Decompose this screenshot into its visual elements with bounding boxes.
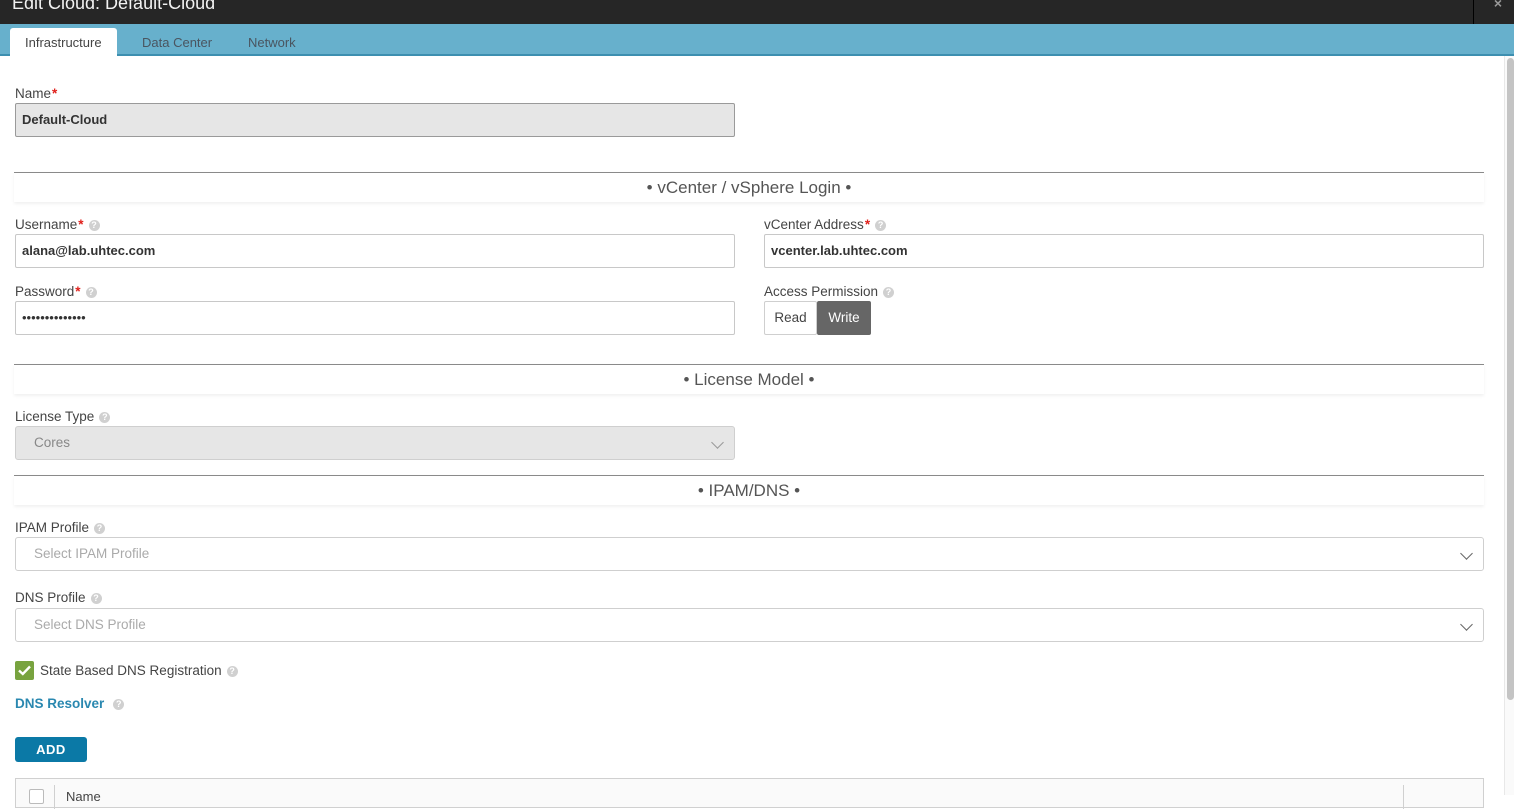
tab-data-center[interactable]: Data Center <box>127 28 227 56</box>
state-based-dns-checkbox[interactable] <box>15 661 34 680</box>
column-header-name[interactable]: Name <box>66 789 101 804</box>
access-permission-label-text: Access Permission <box>764 284 879 299</box>
ipam-profile-label: IPAM Profile? <box>15 520 106 535</box>
state-based-dns-label: State Based DNS Registration? <box>40 663 238 678</box>
username-input[interactable]: alana@lab.uhtec.com <box>15 234 735 268</box>
tab-network[interactable]: Network <box>233 28 311 56</box>
dns-resolver-heading: DNS Resolver? <box>15 696 125 711</box>
modal-header: Edit Cloud: Default-Cloud × <box>0 0 1514 24</box>
ipam-profile-label-text: IPAM Profile <box>15 520 90 535</box>
license-type-label-text: License Type <box>15 409 95 424</box>
access-permission-label: Access Permission? <box>764 284 895 299</box>
help-icon[interactable]: ? <box>113 699 125 710</box>
name-input[interactable]: Default-Cloud <box>15 103 735 137</box>
close-icon[interactable]: × <box>1490 0 1506 11</box>
dns-profile-placeholder: Select DNS Profile <box>34 617 146 632</box>
license-type-label: License Type? <box>15 409 111 424</box>
section-title-vcenter: • vCenter / vSphere Login • <box>646 178 852 197</box>
checkmark-icon <box>18 665 31 676</box>
dns-resolver-label: DNS Resolver <box>15 696 105 711</box>
section-title-ipam-dns: • IPAM/DNS • <box>697 481 801 500</box>
required-mark: * <box>78 217 84 232</box>
tab-bar: Infrastructure Data Center Network <box>0 24 1514 56</box>
username-label-text: Username <box>15 217 78 232</box>
dns-profile-label-text: DNS Profile <box>15 590 86 605</box>
dns-resolver-table: Name <box>15 778 1484 809</box>
vcenter-address-label: vCenter Address*? <box>764 217 887 232</box>
section-title-license: • License Model • <box>683 370 815 389</box>
chevron-down-icon <box>711 436 724 449</box>
column-divider <box>1403 785 1404 809</box>
password-label: Password*? <box>15 284 97 299</box>
help-icon[interactable]: ? <box>85 287 97 298</box>
name-label: Name* <box>15 86 57 101</box>
license-type-select[interactable]: Cores <box>15 426 735 460</box>
access-write-button[interactable]: Write <box>817 301 871 335</box>
username-label: Username*? <box>15 217 100 232</box>
required-mark: * <box>864 217 871 232</box>
section-ipam-dns: • IPAM/DNS • <box>14 475 1484 505</box>
required-mark: * <box>52 86 58 101</box>
dns-profile-label: DNS Profile? <box>15 590 102 605</box>
section-vcenter-login: • vCenter / vSphere Login • <box>14 172 1484 202</box>
name-label-text: Name <box>15 86 52 101</box>
section-license-model: • License Model • <box>14 364 1484 394</box>
ipam-profile-placeholder: Select IPAM Profile <box>34 546 150 561</box>
help-icon[interactable]: ? <box>88 220 100 231</box>
add-resolver-button[interactable]: ADD <box>15 737 87 762</box>
modal-title: Edit Cloud: Default-Cloud <box>12 0 216 13</box>
chevron-down-icon <box>1460 618 1473 631</box>
help-icon[interactable]: ? <box>875 220 887 231</box>
tab-infrastructure[interactable]: Infrastructure <box>10 28 117 56</box>
vcenter-address-input[interactable]: vcenter.lab.uhtec.com <box>764 234 1484 268</box>
help-icon[interactable]: ? <box>99 412 111 423</box>
column-divider <box>54 785 55 809</box>
scrollbar-thumb[interactable] <box>1507 58 1514 700</box>
vcenter-address-label-text: vCenter Address <box>764 217 864 232</box>
header-divider <box>1473 0 1474 24</box>
select-all-checkbox[interactable] <box>29 789 44 804</box>
required-mark: * <box>75 284 81 299</box>
password-input[interactable]: •••••••••••••• <box>15 301 735 335</box>
help-icon[interactable]: ? <box>94 523 106 534</box>
state-based-dns-label-text: State Based DNS Registration <box>40 663 222 678</box>
ipam-profile-select[interactable]: Select IPAM Profile <box>15 537 1484 571</box>
help-icon[interactable]: ? <box>90 593 102 604</box>
help-icon[interactable]: ? <box>883 287 895 298</box>
dns-profile-select[interactable]: Select DNS Profile <box>15 608 1484 642</box>
access-read-button[interactable]: Read <box>764 301 817 335</box>
password-label-text: Password <box>15 284 75 299</box>
chevron-down-icon <box>1460 547 1473 560</box>
license-type-value: Cores <box>34 435 71 450</box>
help-icon[interactable]: ? <box>226 666 238 677</box>
